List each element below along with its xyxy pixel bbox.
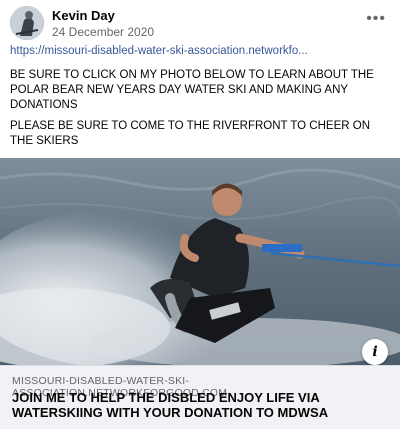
more-options-icon[interactable]: ••• [366, 10, 386, 28]
link-preview-footer[interactable]: MISSOURI-DISABLED-WATER-SKI-ASSOCIATION.… [0, 365, 400, 429]
link-preview-headline[interactable]: JOIN ME TO HELP THE DISBLED ENJOY LIFE V… [12, 390, 388, 420]
info-icon[interactable]: i [362, 339, 388, 365]
avatar-image [10, 6, 44, 40]
post-text-paragraph: PLEASE BE SURE TO COME TO THE RIVERFRONT… [10, 120, 370, 147]
post-date[interactable]: 24 December 2020 [52, 25, 154, 39]
post-text-paragraph: BE SURE TO CLICK ON MY PHOTO BELOW TO LE… [10, 69, 374, 111]
avatar[interactable] [10, 6, 44, 40]
link-preview-image[interactable]: i [0, 158, 400, 365]
post-card: Kevin Day 24 December 2020 ••• https://m… [0, 0, 400, 429]
water-skier-photo [0, 158, 400, 365]
author-name[interactable]: Kevin Day [52, 8, 115, 23]
post-link[interactable]: https://missouri-disabled-water-ski-asso… [10, 45, 390, 57]
post-header: Kevin Day 24 December 2020 ••• [10, 6, 390, 42]
